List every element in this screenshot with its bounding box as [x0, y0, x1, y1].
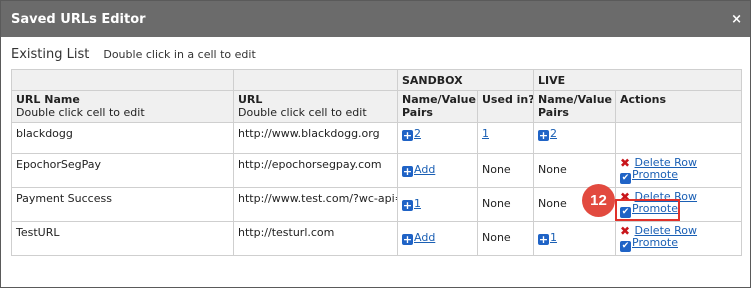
live-pairs-link[interactable]: 2	[550, 127, 557, 140]
promote-link[interactable]: Promote	[632, 236, 678, 249]
group-header-row: SANDBOX LIVE	[11, 69, 743, 91]
cell-sandbox-pairs: +2	[397, 122, 478, 154]
cell-url-name[interactable]: EpochorSegPay	[11, 153, 234, 188]
promote-highlight-box	[615, 199, 680, 221]
table-row: EpochorSegPay http://epochorsegpay.com +…	[11, 153, 743, 188]
group-header-sandbox: SANDBOX	[396, 69, 535, 91]
col-sandbox-pairs-line1: Name/Value	[402, 93, 476, 106]
cell-url-name[interactable]: blackdogg	[11, 122, 234, 154]
cell-live-pairs: +2	[533, 122, 617, 154]
plus-icon: +	[402, 199, 413, 212]
cell-url[interactable]: http://www.test.com/?wc-api=WC	[233, 187, 398, 222]
section-hint: Double click in a cell to edit	[103, 48, 256, 61]
checkbox-icon[interactable]: ✔	[620, 241, 632, 252]
table-row: blackdogg http://www.blackdogg.org +2 1 …	[11, 122, 743, 154]
col-url: URL Double click cell to edit	[233, 90, 398, 123]
col-live-pairs-line2: Pairs	[538, 106, 569, 119]
sandbox-used-link[interactable]: 1	[482, 127, 489, 140]
delete-x-icon: ✖	[620, 224, 631, 238]
step-badge: 12	[582, 184, 615, 217]
sandbox-pairs-link[interactable]: 2	[414, 127, 421, 140]
close-icon[interactable]: ×	[731, 13, 742, 26]
cell-url[interactable]: http://testurl.com	[233, 221, 398, 256]
col-actions: Actions	[615, 90, 743, 123]
column-header-row: URL Name Double click cell to edit URL D…	[11, 90, 743, 123]
plus-icon: +	[402, 129, 413, 142]
checkbox-icon[interactable]: ✔	[620, 173, 632, 184]
plus-icon: +	[538, 233, 550, 246]
group-header-empty-2	[233, 69, 398, 91]
section-header: Existing List Double click in a cell to …	[11, 47, 740, 67]
col-url-name-sub: Double click cell to edit	[16, 106, 145, 119]
group-header-live: LIVE	[533, 69, 743, 91]
dialog-titlebar: Saved URLs Editor ×	[1, 1, 750, 37]
sandbox-add-link[interactable]: Add	[414, 163, 435, 176]
saved-urls-editor-dialog: Saved URLs Editor × Existing List Double…	[0, 0, 751, 288]
col-url-sub: Double click cell to edit	[238, 106, 367, 119]
cell-sandbox-used: None	[476, 153, 535, 188]
cell-live-pairs: None	[533, 153, 617, 188]
live-pairs-link[interactable]: 1	[550, 231, 557, 244]
promote-link[interactable]: Promote	[632, 168, 678, 181]
dialog-title: Saved URLs Editor	[11, 11, 146, 27]
promote-action[interactable]: ✔ Promote	[620, 169, 737, 184]
cell-sandbox-used: None	[476, 221, 535, 256]
col-live-pairs-line1: Name/Value	[538, 93, 612, 106]
col-url-name-label: URL Name	[16, 93, 80, 106]
sandbox-pairs-link[interactable]: 1	[414, 197, 421, 210]
cell-url[interactable]: http://epochorsegpay.com	[233, 153, 398, 188]
plus-icon: +	[402, 233, 413, 246]
col-live-pairs: Name/Value Pairs	[533, 90, 617, 123]
cell-live-pairs: +1	[533, 221, 617, 256]
cell-url-name[interactable]: TestURL	[11, 221, 234, 256]
col-url-name: URL Name Double click cell to edit	[11, 90, 234, 123]
cell-sandbox-pairs: + Add	[397, 221, 478, 256]
cell-sandbox-pairs: +1	[397, 187, 478, 222]
dialog-body: Existing List Double click in a cell to …	[1, 37, 750, 256]
cell-actions: ✖ Delete Row ✔ Promote	[615, 153, 743, 188]
promote-action[interactable]: ✔ Promote	[620, 237, 737, 252]
plus-icon: +	[538, 129, 550, 142]
saved-urls-table: SANDBOX LIVE URL Name Double click cell …	[11, 69, 743, 256]
col-sandbox-used: Used in?	[476, 90, 535, 123]
col-sandbox-pairs-line2: Pairs	[402, 106, 433, 119]
sandbox-add-link[interactable]: Add	[414, 231, 435, 244]
col-url-label: URL	[238, 93, 263, 106]
table-row: TestURL http://testurl.com + Add None +1 …	[11, 221, 743, 256]
cell-sandbox-used: None	[476, 187, 535, 222]
delete-x-icon: ✖	[620, 156, 631, 170]
cell-url[interactable]: http://www.blackdogg.org	[233, 122, 398, 154]
col-sandbox-pairs: Name/Value Pairs	[397, 90, 478, 123]
cell-actions	[615, 122, 743, 154]
section-title: Existing List	[11, 47, 90, 62]
cell-sandbox-pairs: + Add	[397, 153, 478, 188]
cell-url-name[interactable]: Payment Success	[11, 187, 234, 222]
cell-sandbox-used: 1	[476, 122, 535, 154]
plus-icon: +	[402, 165, 413, 178]
cell-actions: ✖ Delete Row ✔ Promote	[615, 221, 743, 256]
group-header-empty-1	[11, 69, 234, 91]
